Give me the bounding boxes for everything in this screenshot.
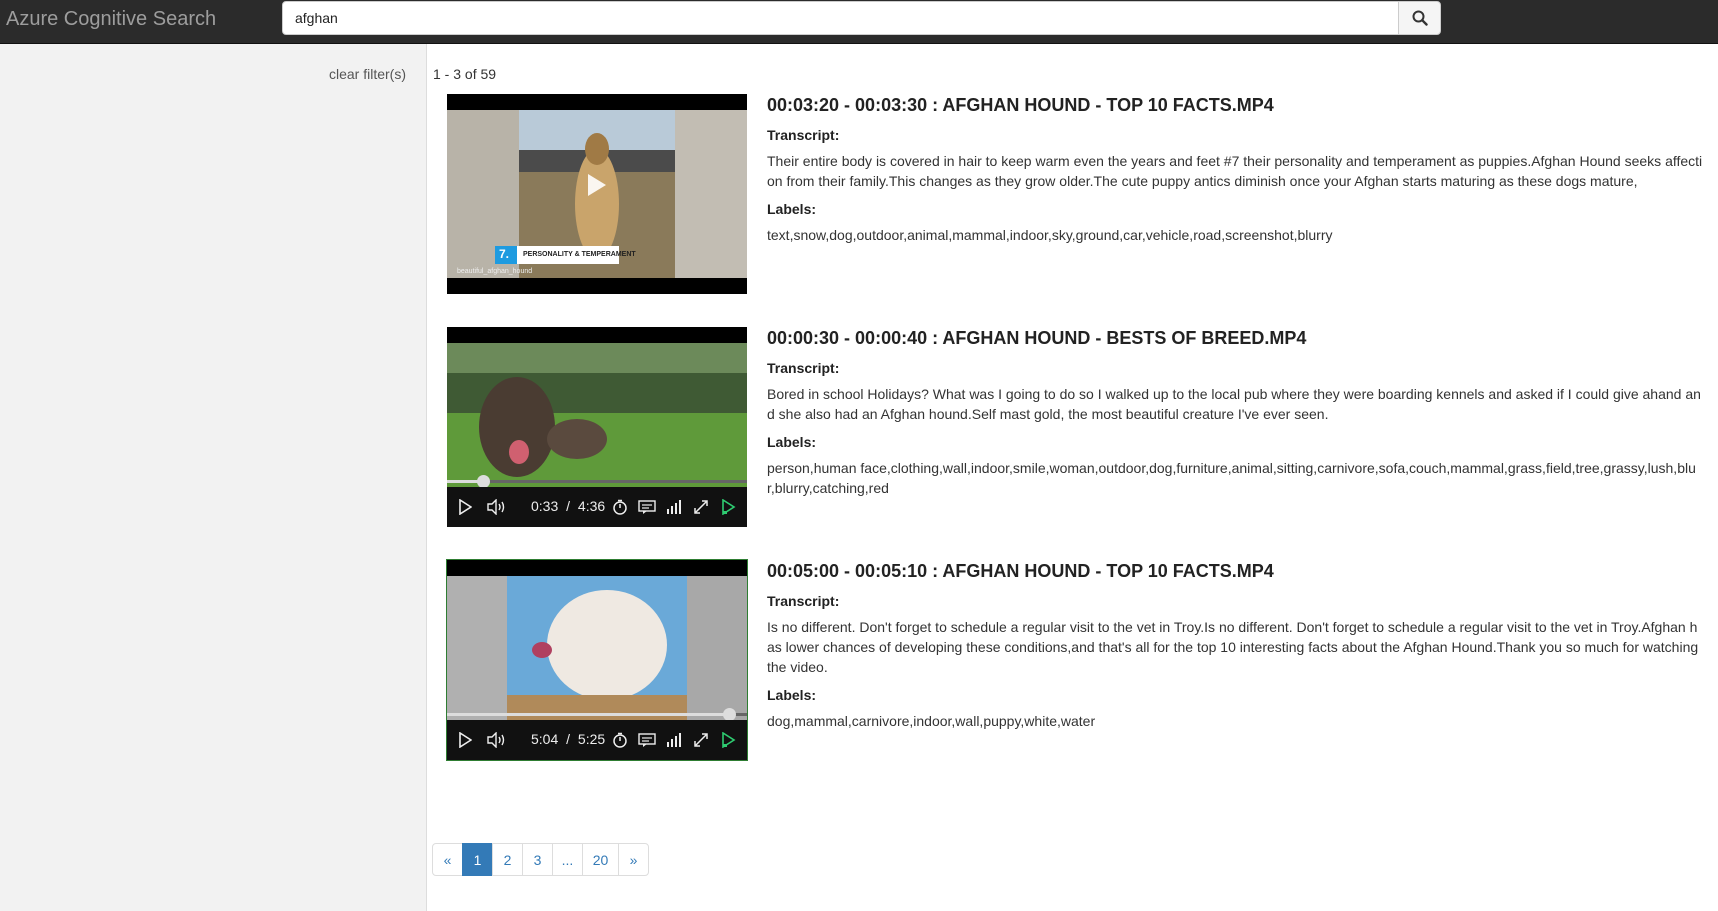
result-info: 00:03:20 - 00:03:30 : AFGHAN HOUND - TOP… <box>767 94 1703 245</box>
video-time-separator: / <box>566 498 571 514</box>
video-current-time: 5:04 <box>531 731 559 747</box>
page-1[interactable]: 1 <box>462 843 493 876</box>
labels-heading: Labels: <box>767 434 817 450</box>
page-20[interactable]: 20 <box>582 843 619 876</box>
top-navbar: Azure Cognitive Search <box>0 0 1718 44</box>
thumb-watermark: beautiful_afghan_hound <box>457 268 533 275</box>
results-count: 1 - 3 of 59 <box>433 66 497 82</box>
search-button[interactable] <box>1398 1 1441 35</box>
video-time: 5:04 / 5:25 <box>531 731 605 747</box>
video-time: 0:33 / 4:36 <box>531 498 605 514</box>
result-item: 0:33 / 4:36 00:00:30 - 00:00:40 : AFGHAN… <box>447 327 1707 527</box>
transcript-text: Bored in school Holidays? What was I goi… <box>767 386 1701 422</box>
video-player[interactable]: 0:33 / 4:36 <box>447 327 747 527</box>
thumb-caption-number: 7. <box>499 247 510 261</box>
fullscreen-icon[interactable] <box>692 732 710 748</box>
result-title[interactable]: 00:05:00 - 00:05:10 : AFGHAN HOUND - TOP… <box>767 560 1703 582</box>
page-ellipsis[interactable]: ... <box>552 843 583 876</box>
transcript-heading: Transcript: <box>767 593 840 609</box>
video-thumbnail[interactable]: 7. PERSONALITY & TEMPERAMENT beautiful_a… <box>447 94 747 294</box>
transcript-heading: Transcript: <box>767 360 840 376</box>
result-item: 5:04 / 5:25 00:05:00 - 00:05:10 : AFGHAN… <box>446 559 1707 761</box>
result-info: 00:05:00 - 00:05:10 : AFGHAN HOUND - TOP… <box>767 560 1703 731</box>
video-controls: 5:04 / 5:25 <box>447 720 747 760</box>
transcript-heading: Transcript: <box>767 127 840 143</box>
video-current-time: 0:33 <box>531 498 559 514</box>
page-prev[interactable]: « <box>432 843 463 876</box>
autoplay-icon[interactable] <box>719 499 737 515</box>
labels-text: text,snow,dog,outdoor,animal,mammal,indo… <box>767 227 1333 243</box>
volume-icon[interactable] <box>487 732 507 748</box>
page-3[interactable]: 3 <box>522 843 553 876</box>
captions-icon[interactable] <box>637 499 657 515</box>
search-icon <box>1412 10 1428 26</box>
labels-heading: Labels: <box>767 201 817 217</box>
play-icon[interactable] <box>457 499 473 515</box>
transcript-text: Their entire body is covered in hair to … <box>767 153 1703 189</box>
speed-icon[interactable] <box>611 499 629 515</box>
filters-sidebar: clear filter(s) <box>0 44 427 911</box>
volume-icon[interactable] <box>487 499 507 515</box>
labels-heading: Labels: <box>767 687 817 703</box>
captions-icon[interactable] <box>637 732 657 748</box>
video-progress-fill <box>447 713 729 716</box>
labels-text: dog,mammal,carnivore,indoor,wall,puppy,w… <box>767 713 1096 729</box>
search-input[interactable] <box>282 1 1399 35</box>
video-player[interactable]: 5:04 / 5:25 <box>446 559 748 761</box>
video-duration: 4:36 <box>577 498 606 514</box>
clear-filters-link[interactable]: clear filter(s) <box>329 66 406 82</box>
autoplay-icon[interactable] <box>719 732 737 748</box>
page-2[interactable]: 2 <box>492 843 523 876</box>
speed-icon[interactable] <box>611 732 629 748</box>
pagination: « 1 2 3 ... 20 » <box>432 843 649 876</box>
result-title[interactable]: 00:00:30 - 00:00:40 : AFGHAN HOUND - BES… <box>767 327 1703 349</box>
video-progress-bar[interactable] <box>447 708 747 721</box>
play-icon[interactable] <box>457 732 473 748</box>
page-next[interactable]: » <box>618 843 649 876</box>
app-brand[interactable]: Azure Cognitive Search <box>6 8 216 31</box>
fullscreen-icon[interactable] <box>692 499 710 515</box>
video-progress-bar[interactable] <box>447 475 747 488</box>
labels-text: person,human face,clothing,wall,indoor,s… <box>767 460 1696 496</box>
quality-icon[interactable] <box>665 499 683 515</box>
result-title[interactable]: 00:03:20 - 00:03:30 : AFGHAN HOUND - TOP… <box>767 94 1703 116</box>
video-duration: 5:25 <box>577 731 606 747</box>
video-controls: 0:33 / 4:36 <box>447 487 747 527</box>
video-frame <box>447 94 747 294</box>
thumb-caption-text: PERSONALITY & TEMPERAMENT <box>523 251 636 258</box>
result-info: 00:00:30 - 00:00:40 : AFGHAN HOUND - BES… <box>767 327 1703 498</box>
search-bar <box>282 1 1441 35</box>
result-item: 7. PERSONALITY & TEMPERAMENT beautiful_a… <box>447 94 1707 294</box>
quality-icon[interactable] <box>665 732 683 748</box>
video-time-separator: / <box>566 731 571 747</box>
transcript-text: Is no different. Don't forget to schedul… <box>767 619 1699 675</box>
